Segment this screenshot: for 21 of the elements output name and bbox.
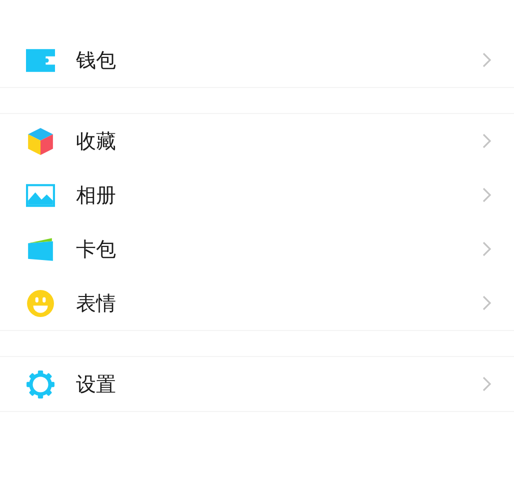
menu-label: 相册 — [76, 182, 117, 208]
settings-icon — [26, 370, 55, 398]
menu-label: 设置 — [76, 370, 117, 398]
menu-item[interactable]: 钱包 — [0, 33, 514, 87]
menu-item[interactable]: 收藏 — [0, 114, 514, 168]
menu-label: 钱包 — [76, 46, 117, 74]
smiley-icon — [26, 288, 55, 318]
chevron-icon — [482, 376, 492, 392]
chevron-icon — [482, 187, 492, 203]
menu-label: 表情 — [76, 290, 117, 316]
menu-label: 收藏 — [76, 128, 117, 154]
menu-label: 卡包 — [76, 236, 117, 262]
cube-icon — [26, 126, 55, 156]
menu-item[interactable]: 设置 — [0, 357, 514, 411]
menu-item[interactable]: 表情 — [0, 276, 514, 330]
chevron-icon — [482, 133, 492, 149]
menu-item[interactable]: 相册 — [0, 168, 514, 222]
chevron-icon — [482, 295, 492, 311]
menu-item[interactable]: 卡包 — [0, 222, 514, 276]
chevron-icon — [482, 241, 492, 257]
chevron-icon — [482, 52, 492, 68]
